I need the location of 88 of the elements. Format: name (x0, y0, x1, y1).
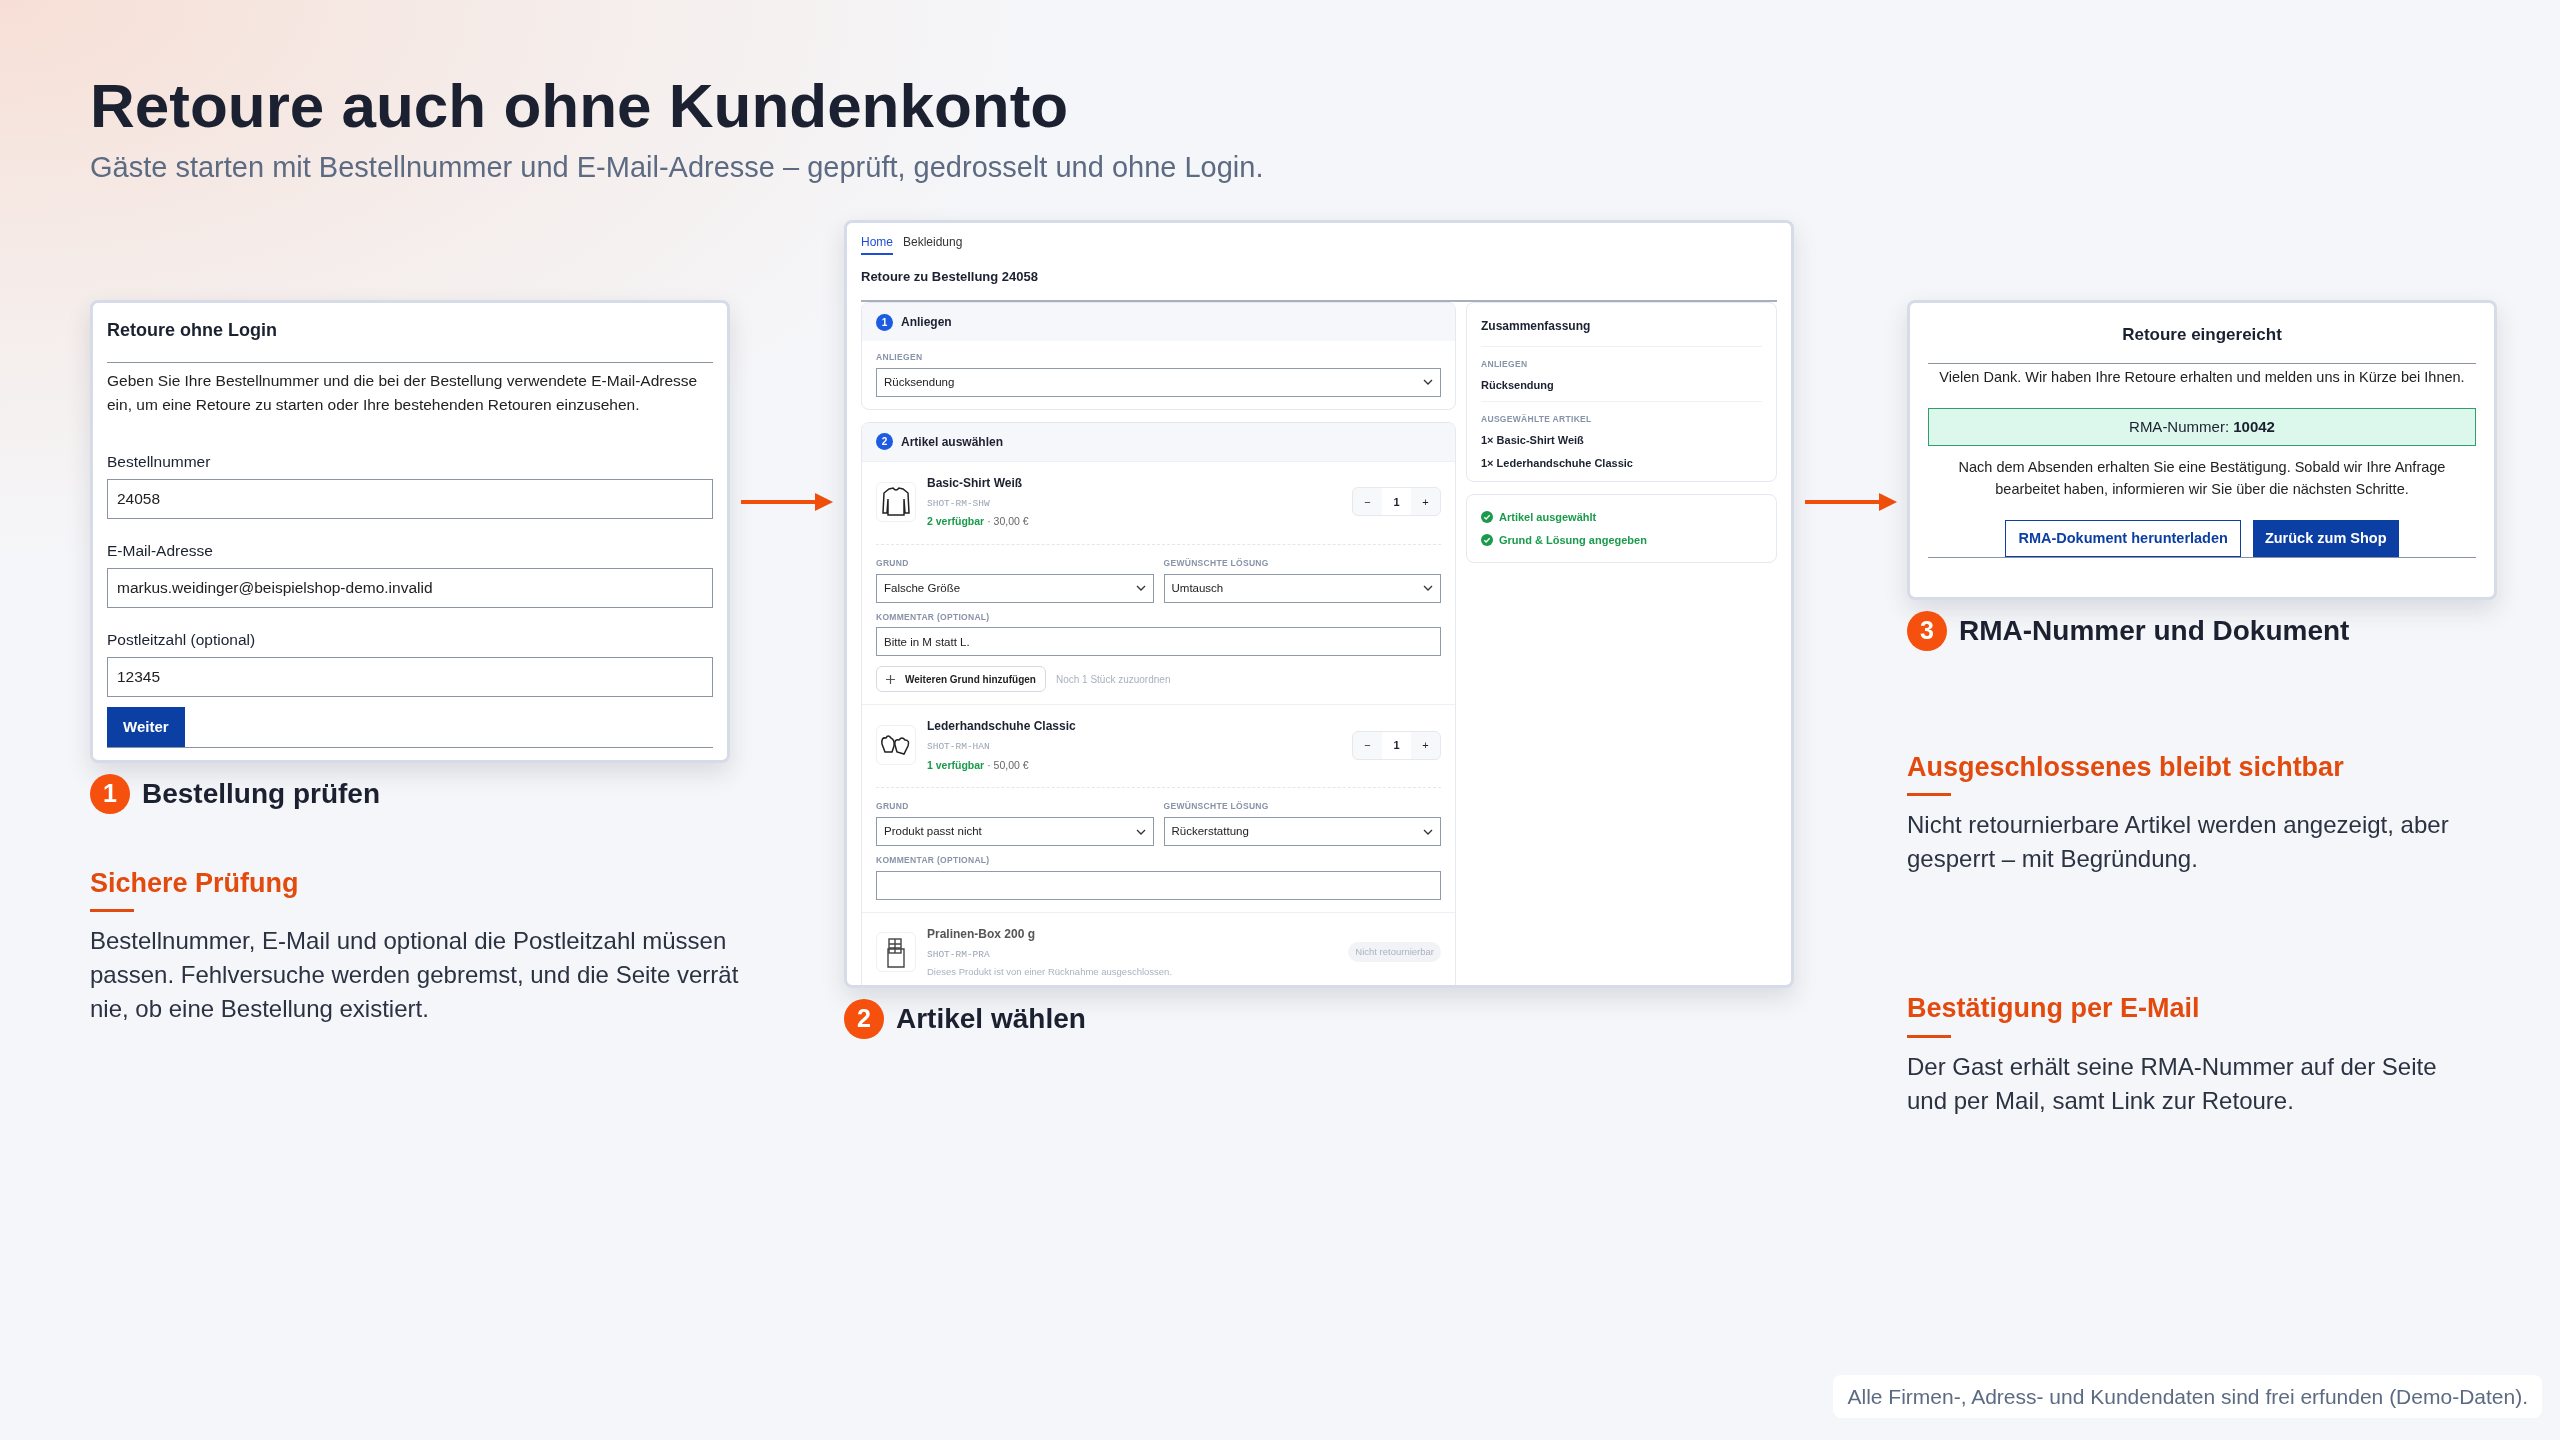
heading-underline (1907, 1034, 1951, 1038)
page-title: Retoure auch ohne Kundenkonto (90, 72, 1070, 141)
field-label: ANLIEGEN (1481, 358, 1529, 371)
feature-heading: Bestätigung per E-Mail (1907, 992, 2201, 1026)
field-label: E-Mail-Adresse (107, 540, 214, 561)
intro-text: Geben Sie Ihre Bestellnummer und die bei der Bestellung verwendete E-Mail-Adresse ein, um eine Retoure zu starten oder Ihre bestehenden Retouren einzusehen. (107, 370, 699, 416)
select-field[interactable]: Produkt passt nicht (876, 817, 1154, 847)
availability: 2 verfügbar (927, 514, 985, 530)
summary-value: Rücksendung (1481, 377, 1555, 393)
field-label: GEWÜNSCHTE LÖSUNG (1163, 556, 1270, 570)
input-field[interactable]: 24058 (107, 478, 713, 519)
step-number: 1 (876, 313, 893, 331)
page-subtitle: Gäste starten mit Bestellnummer und E-Mail-Adresse – geprüft, gedrosselt und ohne Login. (90, 150, 1265, 186)
checklist-item: Artikel ausgewählt (1499, 510, 1597, 526)
field-label: KOMMENTAR (OPTIONAL) (876, 854, 991, 867)
step-number: 2 (876, 433, 893, 451)
continue-button[interactable]: Weiter (107, 707, 185, 748)
summary-item: 1× Lederhandschuhe Classic (1481, 455, 1634, 471)
checklist-item: Grund & Lösung angegeben (1499, 532, 1647, 548)
card-title: Retoure eingereicht (1928, 316, 2476, 365)
chevron-down-icon (1423, 828, 1433, 835)
product-price: · 50,00 € (987, 757, 1029, 773)
chevron-down-icon (1423, 585, 1433, 592)
chevron-down-icon (1135, 828, 1146, 835)
step-number: 1 (90, 773, 130, 814)
plus-icon (886, 674, 895, 684)
input-field[interactable]: markus.weidinger@beispielshop-demo.invalid (107, 568, 713, 609)
feature-text: Der Gast erhält seine RMA-Nummer auf der Seite und per Mail, samt Link zur Retoure. (1907, 1051, 2438, 1116)
step-caption: RMA-Nummer und Dokument (1959, 613, 2350, 648)
product-name: Lederhandschuhe Classic (927, 718, 1077, 736)
feature-heading: Sichere Prüfung (90, 866, 300, 900)
availability: 1 verfügbar (927, 757, 985, 773)
field-label: GRUND (876, 556, 910, 570)
field-label: GEWÜNSCHTE LÖSUNG (1163, 800, 1270, 814)
download-button[interactable]: RMA-Dokument herunterladen (2005, 520, 2241, 558)
back-to-shop-button[interactable]: Zurück zum Shop (2252, 520, 2399, 558)
confirmation-message: Vielen Dank. Wir haben Ihre Retoure erhalten und melden uns in Kürze bei Ihnen. (1938, 368, 2466, 388)
select-field[interactable]: Umtausch (1163, 573, 1441, 603)
quantity-value: 1 (1382, 731, 1411, 759)
breadcrumb-link[interactable]: Home (861, 232, 893, 255)
feature-text: Nicht retournierbare Artikel werden angezeigt, aber gesperrt – mit Begründung. (1907, 810, 2450, 875)
comment-field[interactable] (876, 870, 1441, 900)
chevron-down-icon (1135, 585, 1146, 592)
quantity-value: 1 (1382, 488, 1411, 516)
input-field[interactable]: 12345 (107, 657, 713, 698)
select-field[interactable]: Rückerstattung (1163, 817, 1441, 847)
form-title: Retoure zu Bestellung 24058 (861, 267, 1039, 286)
summary-title: Zusammenfassung (1481, 313, 1762, 348)
step-caption: Artikel wählen (896, 1001, 1086, 1036)
comment-field[interactable]: Bitte in M statt L. (876, 627, 1441, 657)
product-sku: SHOT-RM-PRA (927, 947, 991, 962)
section-title: Anliegen (901, 314, 952, 332)
field-label: Postleitzahl (optional) (107, 630, 257, 651)
product-name: Basic-Shirt Weiß (927, 474, 1024, 492)
rma-number-box: RMA-Nummer: 10042 (1928, 408, 2476, 447)
product-price: · 30,00 € (987, 514, 1029, 530)
field-label: KOMMENTAR (OPTIONAL) (876, 610, 991, 624)
product-sku: SHOT-RM-HAN (927, 740, 991, 755)
remaining-hint: Noch 1 Stück zuzuordnen (1055, 672, 1171, 687)
summary-item: 1× Basic-Shirt Weiß (1481, 433, 1585, 449)
increment-button[interactable]: + (1411, 731, 1440, 759)
decrement-button[interactable]: − (1353, 488, 1382, 516)
heading-underline (1907, 793, 1951, 797)
product-sku: SHOT-RM-SHW (927, 496, 991, 511)
step-number: 2 (844, 998, 884, 1039)
feature-text: Bestellnummer, E-Mail und optional die Postleitzahl müssen passen. Fehlversuche werden gebremst, und die Seite verrät nie, ob eine Bestellung existiert. (90, 926, 740, 1025)
heading-underline (90, 909, 134, 913)
feature-heading: Ausgeschlossenes bleibt sichtbar (1907, 750, 2345, 784)
field-label: GRUND (876, 800, 910, 814)
product-name: Pralinen-Box 200 g (927, 925, 1037, 943)
field-label: AUSGEWÄHLTE ARTIKEL (1481, 413, 1593, 427)
step-number: 3 (1907, 610, 1947, 651)
section-title: Artikel auswählen (901, 433, 1004, 451)
field-label: Bestellnummer (107, 451, 212, 472)
breadcrumb-link[interactable]: Bekleidung (903, 232, 963, 255)
field-label: ANLIEGEN (876, 351, 924, 364)
add-reason-button[interactable]: Weiteren Grund hinzufügen (876, 666, 1046, 693)
select-field[interactable]: Falsche Größe (876, 573, 1154, 603)
step-caption: Bestellung prüfen (142, 776, 380, 811)
status-badge: Nicht retournierbar (1348, 942, 1441, 963)
card-title: Retoure ohne Login (107, 316, 713, 363)
info-text: Nach dem Absenden erhalten Sie eine Bestätigung. Sobald wir Ihre Anfrage bearbeitet haben, informieren wir Sie über die nächsten Schritte. (1957, 458, 2447, 500)
exclusion-note: Dieses Produkt ist von einer Rücknahme ausgeschlossen. (927, 965, 1173, 980)
footnote: Alle Firmen-, Adress- und Kundendaten sind frei erfunden (Demo-Daten). (1833, 1374, 2542, 1418)
increment-button[interactable]: + (1411, 488, 1440, 516)
chevron-down-icon (1423, 379, 1433, 386)
select-field[interactable]: Rücksendung (876, 367, 1441, 397)
decrement-button[interactable]: − (1353, 731, 1382, 759)
